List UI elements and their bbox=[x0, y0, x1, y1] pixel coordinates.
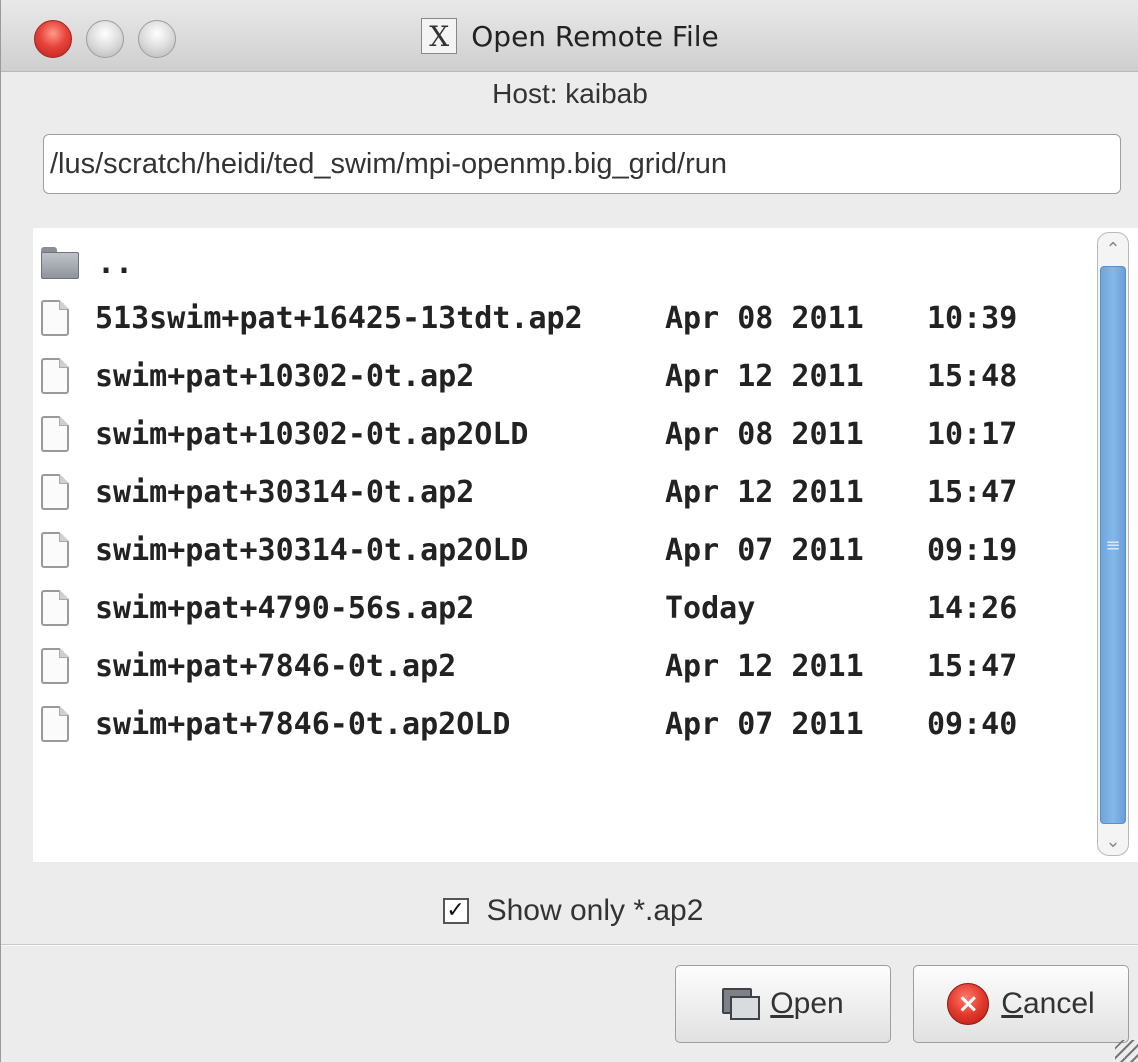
file-date: Apr 08 2011 bbox=[665, 416, 864, 452]
open-button[interactable]: Open bbox=[675, 965, 891, 1043]
scrollbar-thumb[interactable]: ≡ bbox=[1100, 266, 1126, 824]
file-time: 09:40 bbox=[927, 706, 1018, 742]
cancel-button-label: Cancel bbox=[1001, 987, 1095, 1020]
file-name: swim+pat+7846-0t.ap2OLD bbox=[95, 706, 511, 742]
file-icon bbox=[41, 590, 69, 626]
file-time: 10:39 bbox=[927, 300, 1018, 336]
file-icon bbox=[41, 648, 69, 684]
file-time: 15:48 bbox=[927, 358, 1018, 394]
file-time: 15:47 bbox=[927, 648, 1018, 684]
cancel-button[interactable]: × Cancel bbox=[913, 965, 1129, 1043]
file-icon bbox=[41, 532, 69, 568]
list-item[interactable]: 513swim+pat+16425-13tdt.ap2 Apr 08 2011 … bbox=[41, 289, 1081, 347]
file-date: Apr 08 2011 bbox=[665, 300, 864, 336]
file-date: Apr 07 2011 bbox=[665, 532, 864, 568]
file-name: 513swim+pat+16425-13tdt.ap2 bbox=[95, 300, 583, 336]
list-item[interactable]: swim+pat+4790-56s.ap2 Today 14:26 bbox=[41, 579, 1081, 637]
file-date: Apr 12 2011 bbox=[665, 648, 864, 684]
folder-icon bbox=[41, 247, 79, 279]
file-date: Today bbox=[665, 590, 756, 626]
open-remote-file-dialog: X Open Remote File Host: kaibab /lus/scr… bbox=[0, 0, 1138, 1062]
file-name: swim+pat+10302-0t.ap2OLD bbox=[95, 416, 529, 452]
title-bar[interactable]: X Open Remote File bbox=[1, 0, 1138, 72]
file-icon bbox=[41, 474, 69, 510]
list-item[interactable]: swim+pat+10302-0t.ap2 Apr 12 2011 15:48 bbox=[41, 347, 1081, 405]
open-file-icon bbox=[722, 988, 761, 1020]
file-time: 09:19 bbox=[927, 532, 1018, 568]
file-time: 15:47 bbox=[927, 474, 1018, 510]
file-date: Apr 07 2011 bbox=[665, 706, 864, 742]
list-item[interactable]: swim+pat+10302-0t.ap2OLD Apr 08 2011 10:… bbox=[41, 405, 1081, 463]
file-name: .. bbox=[97, 245, 134, 281]
file-name: swim+pat+30314-0t.ap2OLD bbox=[95, 532, 529, 568]
list-item[interactable]: swim+pat+7846-0t.ap2 Apr 12 2011 15:47 bbox=[41, 637, 1081, 695]
grip-icon: ≡ bbox=[1105, 534, 1121, 556]
show-only-ap2-checkbox[interactable]: ✓ bbox=[442, 898, 469, 924]
file-time: 10:17 bbox=[927, 416, 1018, 452]
file-icon bbox=[41, 358, 69, 394]
path-field[interactable]: /lus/scratch/heidi/ted_swim/mpi-openmp.b… bbox=[43, 134, 1121, 194]
title-group: X Open Remote File bbox=[1, 0, 1138, 72]
file-name: swim+pat+30314-0t.ap2 bbox=[95, 474, 475, 510]
file-name: swim+pat+4790-56s.ap2 bbox=[95, 590, 475, 626]
x11-icon: X bbox=[421, 18, 458, 54]
cancel-x-icon: × bbox=[947, 983, 990, 1025]
list-item[interactable]: swim+pat+30314-0t.ap2OLD Apr 07 2011 09:… bbox=[41, 521, 1081, 579]
window-title: Open Remote File bbox=[471, 19, 719, 53]
divider bbox=[1, 944, 1138, 946]
scroll-up-arrow-icon[interactable]: ⌃ bbox=[1099, 234, 1127, 264]
host-label: Host: kaibab bbox=[492, 78, 648, 109]
list-item-parent-directory[interactable]: .. bbox=[41, 234, 1081, 292]
file-name: swim+pat+10302-0t.ap2 bbox=[95, 358, 475, 394]
scroll-down-arrow-icon[interactable]: ⌄ bbox=[1099, 826, 1127, 856]
resize-grip-icon[interactable] bbox=[1115, 1040, 1138, 1062]
file-name: swim+pat+7846-0t.ap2 bbox=[95, 648, 457, 684]
open-button-label: Open bbox=[770, 987, 844, 1020]
file-date: Apr 12 2011 bbox=[665, 358, 864, 394]
file-time: 14:26 bbox=[927, 590, 1018, 626]
file-date: Apr 12 2011 bbox=[665, 474, 864, 510]
list-item[interactable]: swim+pat+7846-0t.ap2OLD Apr 07 2011 09:4… bbox=[41, 695, 1081, 753]
show-only-ap2-label[interactable]: Show only *.ap2 bbox=[487, 894, 704, 928]
file-icon bbox=[41, 416, 69, 452]
list-item[interactable]: swim+pat+30314-0t.ap2 Apr 12 2011 15:47 bbox=[41, 463, 1081, 521]
filter-option[interactable]: ✓ Show only *.ap2 bbox=[1, 886, 1138, 936]
file-icon bbox=[41, 300, 69, 336]
file-icon bbox=[41, 706, 69, 742]
file-list[interactable]: .. 513swim+pat+16425-13tdt.ap2 Apr 08 20… bbox=[33, 228, 1138, 862]
